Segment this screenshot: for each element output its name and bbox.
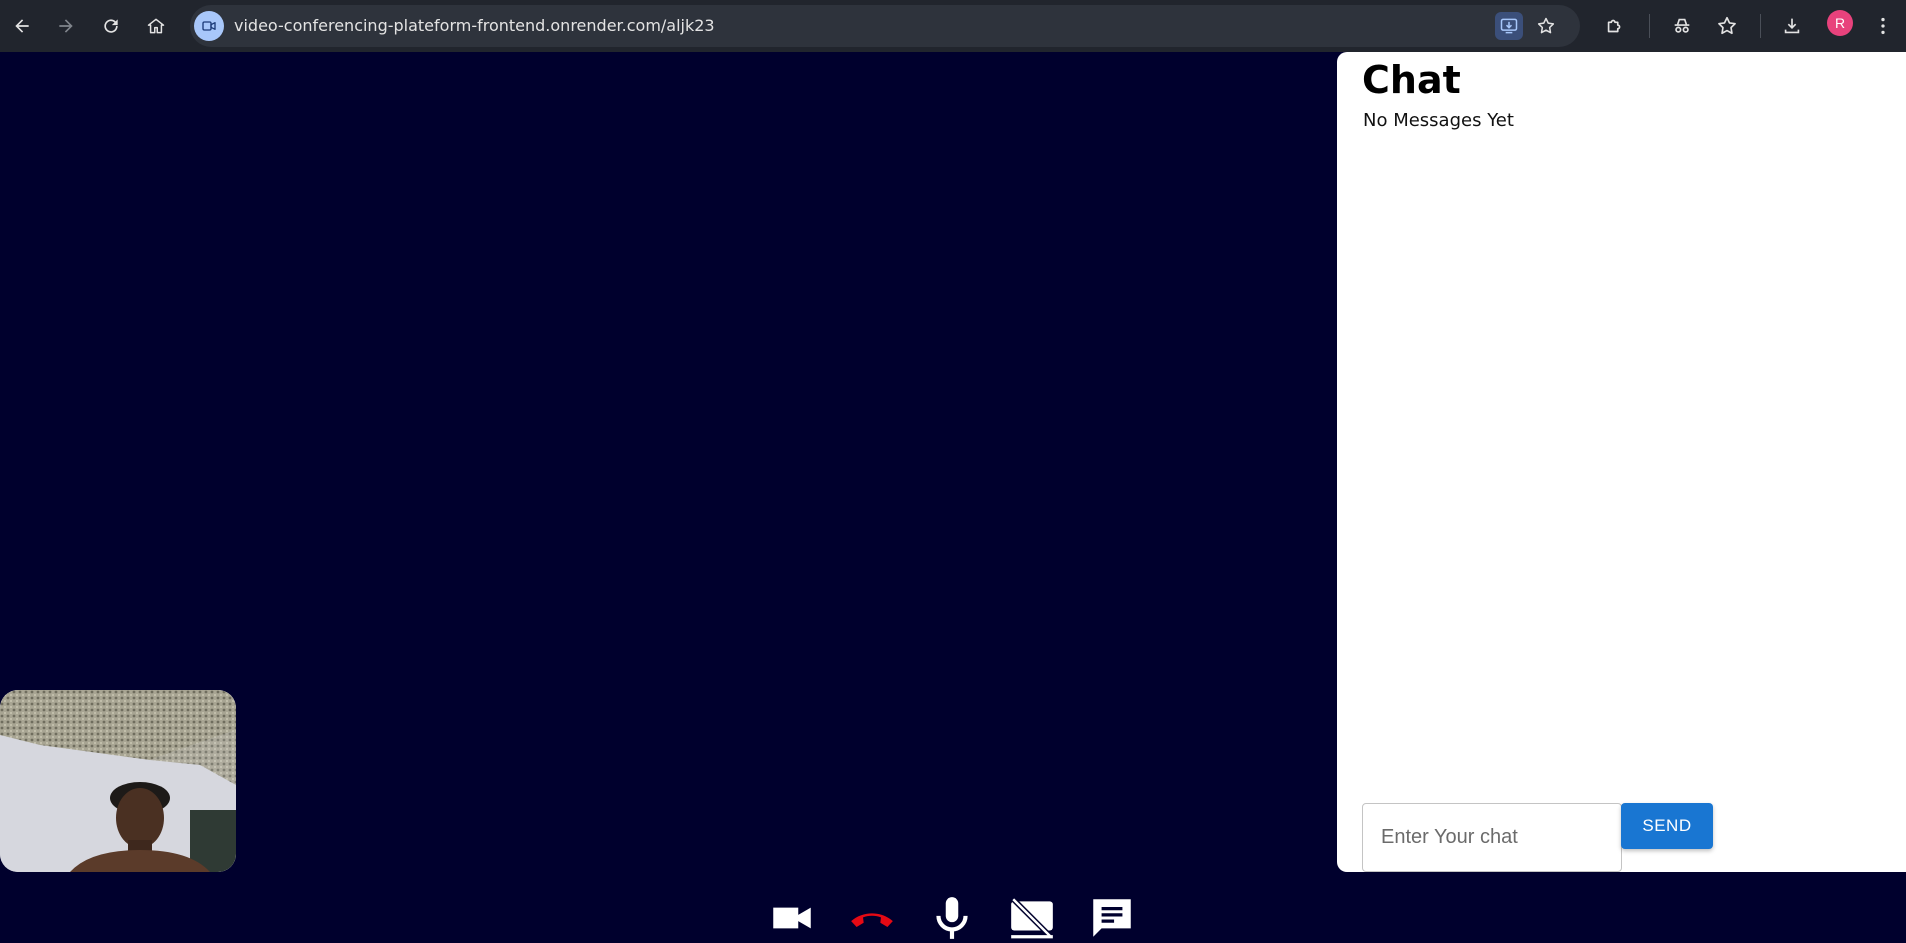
incognito-button[interactable] [1664, 8, 1700, 44]
install-app-icon [1500, 18, 1518, 34]
profile-avatar[interactable]: R [1827, 10, 1853, 36]
end-call-button[interactable] [844, 894, 900, 942]
star-list-icon [1718, 16, 1736, 35]
call-end-icon [851, 913, 893, 927]
forward-button[interactable] [48, 8, 84, 44]
local-video-frame [0, 690, 236, 872]
browser-toolbar: video-conferencing-plateform-frontend.on… [0, 0, 1906, 52]
arrow-left-icon [15, 19, 29, 33]
videocam-icon [773, 907, 811, 929]
mic-icon [936, 897, 968, 939]
incognito-icon [1674, 18, 1690, 33]
screen-share-toggle-button[interactable] [1004, 894, 1060, 942]
stop-screen-share-icon [1011, 897, 1053, 939]
extensions-button[interactable] [1597, 8, 1633, 44]
kebab-menu-icon [1881, 17, 1885, 35]
install-app-button[interactable] [1495, 12, 1523, 40]
site-info-button[interactable] [194, 11, 224, 41]
favorites-button[interactable] [1709, 8, 1745, 44]
reload-button[interactable] [93, 8, 129, 44]
home-icon [147, 18, 165, 34]
chat-title: Chat [1362, 58, 1461, 102]
local-video-preview [0, 690, 236, 872]
star-icon [1537, 17, 1555, 34]
arrow-right-icon [59, 19, 73, 33]
browser-menu-button[interactable] [1865, 8, 1901, 44]
send-button[interactable]: SEND [1621, 803, 1713, 849]
meeting-stage: Chat No Messages Yet SEND [0, 52, 1906, 942]
chat-input[interactable] [1362, 803, 1622, 872]
chat-toggle-button[interactable] [1084, 894, 1140, 942]
microphone-toggle-button[interactable] [924, 894, 980, 942]
chat-empty-message: No Messages Yet [1363, 110, 1514, 131]
chat-panel: Chat No Messages Yet SEND [1337, 52, 1906, 872]
camera-toggle-button[interactable] [764, 894, 820, 942]
toolbar-separator [1760, 14, 1761, 38]
toolbar-separator [1649, 14, 1650, 38]
reload-icon [104, 19, 118, 33]
puzzle-icon [1607, 19, 1621, 33]
back-button[interactable] [4, 8, 40, 44]
video-site-icon [202, 21, 216, 31]
url-text: video-conferencing-plateform-frontend.on… [234, 16, 715, 35]
download-icon [1784, 18, 1800, 34]
downloads-button[interactable] [1774, 8, 1810, 44]
home-button[interactable] [138, 8, 174, 44]
chat-icon [1093, 899, 1131, 937]
address-bar[interactable]: video-conferencing-plateform-frontend.on… [190, 5, 1580, 47]
bookmark-star-button[interactable] [1532, 12, 1560, 40]
